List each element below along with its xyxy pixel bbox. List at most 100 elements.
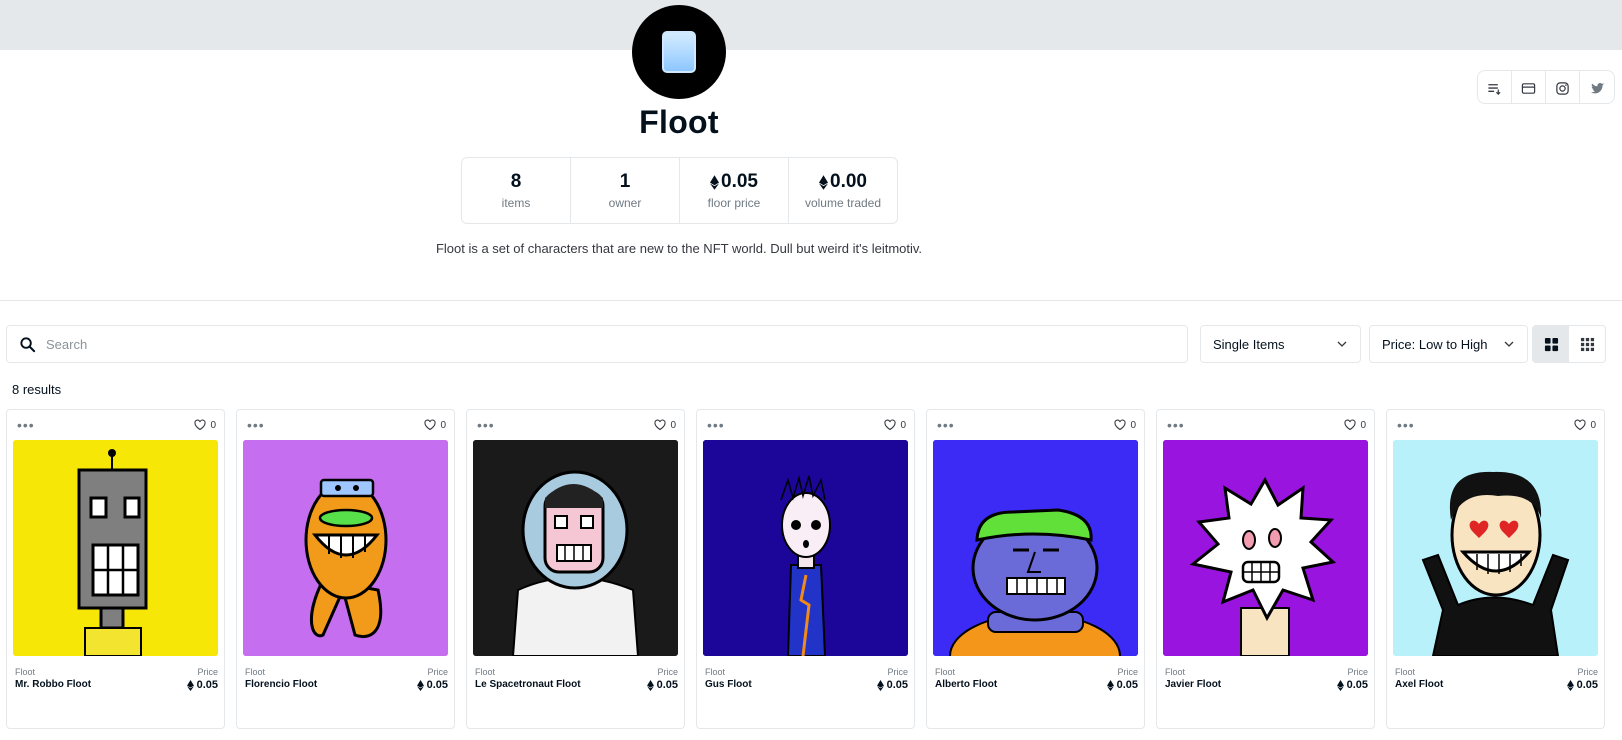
ethereum-icon	[710, 174, 719, 190]
activity-icon	[1488, 83, 1501, 95]
item-card[interactable]: ••• 0 Floot Price Florencio Floot 0.05	[236, 409, 455, 729]
collection-title: Floot	[639, 104, 719, 140]
activity-button[interactable]	[1478, 71, 1512, 103]
like-count: 0	[1130, 419, 1136, 431]
heart-icon	[884, 419, 897, 431]
item-price: 0.05	[1566, 679, 1598, 691]
large-grid-button[interactable]	[1533, 326, 1569, 362]
stat-owners[interactable]: 1 owner	[571, 158, 680, 223]
item-type-value: Single Items	[1213, 336, 1285, 352]
item-card[interactable]: ••• 0 Floot Price Le Spacetronaut Floot	[466, 409, 685, 729]
item-name[interactable]: Florencio Floot	[245, 679, 317, 691]
price-label: Price	[1347, 667, 1368, 677]
stat-label: floor price	[707, 196, 761, 210]
results-count: 8 results	[12, 382, 62, 397]
like-count: 0	[1590, 419, 1596, 431]
item-collection: Floot	[935, 667, 956, 677]
favorite-button[interactable]: 0	[1574, 419, 1596, 431]
more-options-button[interactable]: •••	[17, 418, 35, 432]
stat-number: 0.00	[830, 171, 867, 192]
item-collection: Floot	[705, 667, 726, 677]
stat-value: 1	[620, 171, 631, 193]
sort-value: Price: Low to High	[1382, 336, 1488, 352]
axel-artwork	[1393, 440, 1598, 656]
item-collection: Floot	[1165, 667, 1186, 677]
sort-dropdown[interactable]: Price: Low to High	[1369, 325, 1528, 363]
item-image[interactable]	[243, 440, 448, 656]
item-card[interactable]: ••• 0 Floot Price Javier Floot 0.05	[1156, 409, 1375, 729]
item-name[interactable]: Mr. Robbo Floot	[15, 679, 91, 691]
stat-value: 8	[511, 171, 522, 193]
item-card[interactable]: ••• 0 Floot Price Alberto Floot 0.05	[926, 409, 1145, 729]
price-value: 0.05	[1346, 679, 1368, 691]
astronaut-artwork	[473, 440, 678, 656]
small-grid-icon	[1580, 337, 1594, 351]
grid-size-toggle	[1532, 325, 1606, 363]
alberto-artwork	[933, 440, 1138, 656]
stat-label: owner	[608, 196, 642, 210]
collection-banner	[0, 0, 1622, 50]
item-image[interactable]	[933, 440, 1138, 656]
price-label: Price	[1577, 667, 1598, 677]
more-options-button[interactable]: •••	[937, 418, 955, 432]
item-name[interactable]: Le Spacetronaut Floot	[475, 679, 581, 691]
search-bar[interactable]	[6, 325, 1188, 363]
chevron-down-icon	[1504, 341, 1514, 347]
gus-artwork	[703, 440, 908, 656]
favorite-button[interactable]: 0	[654, 419, 676, 431]
item-name[interactable]: Javier Floot	[1165, 679, 1221, 691]
price-label: Price	[427, 667, 448, 677]
item-card[interactable]: ••• 0 Floot Price Axel Floot 0.05	[1386, 409, 1605, 729]
price-value: 0.05	[1116, 679, 1138, 691]
search-input[interactable]	[46, 336, 1146, 352]
price-value: 0.05	[656, 679, 678, 691]
favorite-button[interactable]: 0	[424, 419, 446, 431]
more-options-button[interactable]: •••	[707, 418, 725, 432]
item-card[interactable]: ••• 0 Floot Price Mr. Robbo Floot 0.05	[6, 409, 225, 729]
heart-icon	[1344, 419, 1357, 431]
item-type-dropdown[interactable]: Single Items	[1200, 325, 1361, 363]
more-options-button[interactable]: •••	[1397, 418, 1415, 432]
item-card[interactable]: ••• 0 Floot Price Gus Floot 0.05	[696, 409, 915, 729]
stat-floor-price[interactable]: 0.05 floor price	[680, 158, 789, 223]
item-name[interactable]: Axel Floot	[1395, 679, 1443, 691]
heart-icon	[194, 419, 207, 431]
favorite-button[interactable]: 0	[884, 419, 906, 431]
item-collection: Floot	[1395, 667, 1416, 677]
heart-icon	[1574, 419, 1587, 431]
price-value: 0.05	[196, 679, 218, 691]
item-image[interactable]	[1163, 440, 1368, 656]
stat-label: items	[501, 196, 531, 210]
item-name[interactable]: Gus Floot	[705, 679, 752, 691]
twitter-button[interactable]	[1580, 71, 1614, 103]
small-grid-button[interactable]	[1569, 326, 1605, 362]
stat-items[interactable]: 8 items	[462, 158, 571, 223]
stat-number: 1	[619, 171, 631, 192]
large-grid-icon	[1544, 337, 1558, 351]
heart-icon	[424, 419, 437, 431]
instagram-button[interactable]	[1546, 71, 1580, 103]
item-price: 0.05	[1106, 679, 1138, 691]
collection-stats: 8 items 1 owner 0.05 floor price 0.00 vo…	[461, 157, 898, 224]
more-options-button[interactable]: •••	[477, 418, 495, 432]
item-image[interactable]	[1393, 440, 1598, 656]
favorite-button[interactable]: 0	[1344, 419, 1366, 431]
price-label: Price	[1117, 667, 1138, 677]
item-image[interactable]	[13, 440, 218, 656]
item-price: 0.05	[416, 679, 448, 691]
stat-volume-traded[interactable]: 0.00 volume traded	[789, 158, 897, 223]
more-options-button[interactable]: •••	[1167, 418, 1185, 432]
item-price: 0.05	[646, 679, 678, 691]
ethereum-icon	[186, 679, 194, 691]
item-name[interactable]: Alberto Floot	[935, 679, 997, 691]
favorite-button[interactable]: 0	[194, 419, 216, 431]
ethereum-icon	[1106, 679, 1114, 691]
website-button[interactable]	[1512, 71, 1546, 103]
item-image[interactable]	[473, 440, 678, 656]
favorite-button[interactable]: 0	[1114, 419, 1136, 431]
like-count: 0	[440, 419, 446, 431]
ethereum-icon	[1566, 679, 1574, 691]
more-options-button[interactable]: •••	[247, 418, 265, 432]
price-label: Price	[657, 667, 678, 677]
item-image[interactable]	[703, 440, 908, 656]
